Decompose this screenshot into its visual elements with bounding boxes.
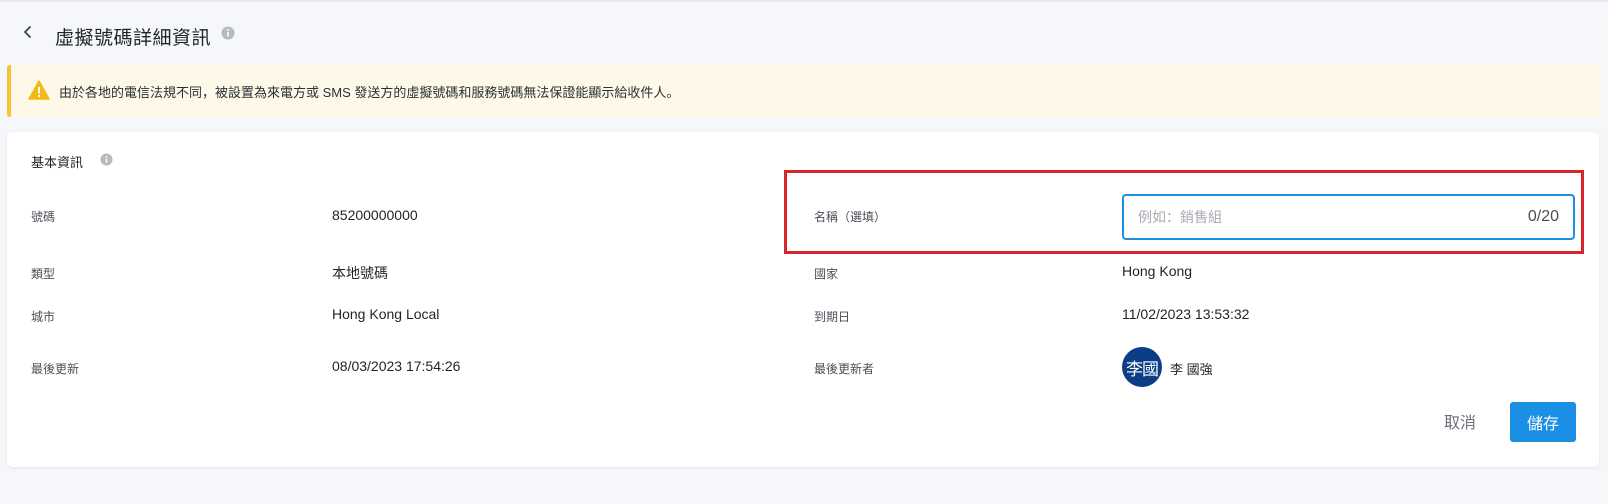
highlight-annotation xyxy=(784,170,1584,254)
avatar: 李國 xyxy=(1122,347,1162,387)
city-label: 城市 xyxy=(31,310,56,324)
country-label: 國家 xyxy=(814,267,839,281)
country-value: Hong Kong xyxy=(1122,263,1193,279)
last-updated-value: 08/03/2023 17:54:26 xyxy=(332,358,461,374)
section-title: 基本資訊 xyxy=(31,155,84,170)
number-value: 85200000000 xyxy=(332,207,418,223)
number-label: 號碼 xyxy=(31,210,56,224)
info-icon[interactable] xyxy=(100,153,113,166)
last-updated-label: 最後更新 xyxy=(31,362,80,376)
info-icon[interactable] xyxy=(221,26,235,40)
warning-icon xyxy=(28,80,50,100)
type-value: 本地號碼 xyxy=(332,265,388,281)
expiry-label: 到期日 xyxy=(814,310,851,324)
last-updated-by-label: 最後更新者 xyxy=(814,362,875,376)
top-divider xyxy=(0,0,1608,2)
type-label: 類型 xyxy=(31,267,56,281)
warning-alert: 由於各地的電信法規不同，被設置為來電方或 SMS 發送方的虛擬號碼和服務號碼無法… xyxy=(7,65,1599,117)
page-header: 虛擬號碼詳細資訊 xyxy=(0,14,1608,54)
cancel-button[interactable]: 取消 xyxy=(1430,402,1490,440)
back-button[interactable] xyxy=(16,22,40,46)
alert-message: 由於各地的電信法規不同，被設置為來電方或 SMS 發送方的虛擬號碼和服務號碼無法… xyxy=(59,85,680,100)
last-updated-by-value: 李 國強 xyxy=(1170,362,1213,377)
save-button[interactable]: 儲存 xyxy=(1510,402,1576,442)
city-value: Hong Kong Local xyxy=(332,306,440,322)
expiry-value: 11/02/2023 13:53:32 xyxy=(1122,306,1250,322)
page-title: 虛擬號碼詳細資訊 xyxy=(55,28,212,49)
chevron-left-icon xyxy=(21,25,35,44)
